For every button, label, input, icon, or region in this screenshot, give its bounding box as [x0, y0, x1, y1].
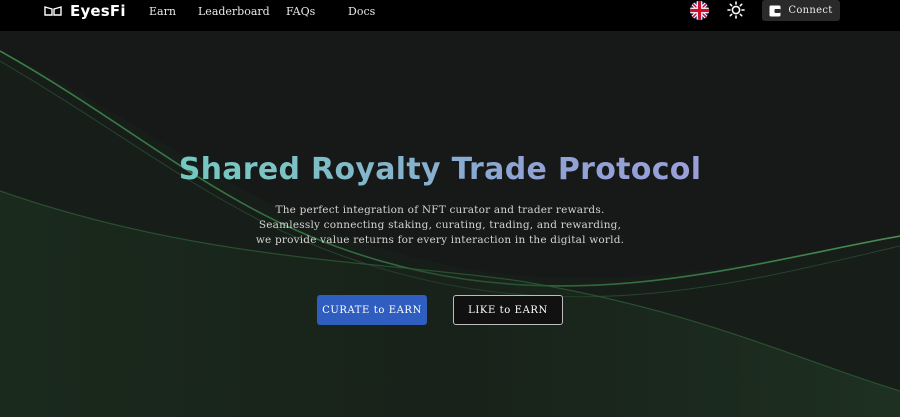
- nav-item-leaderboard[interactable]: Leaderboard: [198, 5, 270, 18]
- hero-section: Shared Royalty Trade Protocol The perfec…: [0, 0, 900, 417]
- nav-item-earn[interactable]: Earn: [149, 5, 176, 18]
- connect-label: Connect: [788, 5, 833, 16]
- hero-description-line-1: The perfect integration of NFT curator a…: [275, 204, 605, 216]
- curate-to-earn-button[interactable]: CURATE to EARN: [317, 295, 427, 325]
- sun-icon[interactable]: [727, 1, 745, 19]
- wallet-icon: [769, 5, 781, 16]
- like-to-earn-button[interactable]: LIKE to EARN: [453, 295, 563, 325]
- hero-title: Shared Royalty Trade Protocol: [0, 150, 880, 190]
- nav-item-faqs[interactable]: FAQs: [286, 5, 315, 18]
- brand-logo[interactable]: EyesFi: [44, 0, 126, 22]
- eyesfi-logo-icon: [44, 6, 62, 16]
- nav-item-docs[interactable]: Docs: [348, 5, 375, 18]
- brand-name: EyesFi: [70, 2, 126, 20]
- hero-description-line-2: Seamlessly connecting staking, curating,…: [258, 219, 622, 231]
- hero-description-line-3: we provide value returns for every inter…: [255, 234, 625, 246]
- uk-flag-icon: [690, 1, 709, 20]
- language-selector[interactable]: [690, 1, 709, 20]
- top-navbar: EyesFi Earn Leaderboard FAQs Docs Connec…: [0, 0, 900, 31]
- connect-wallet-button[interactable]: Connect: [762, 0, 840, 21]
